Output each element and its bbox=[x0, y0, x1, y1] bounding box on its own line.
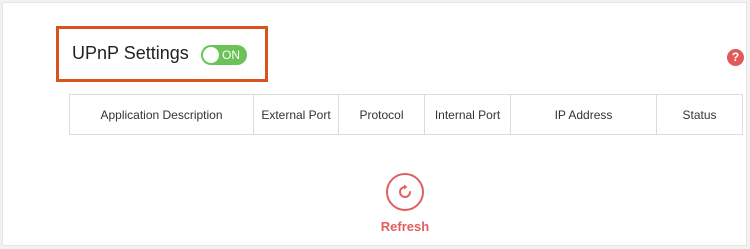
toggle-knob bbox=[203, 47, 219, 63]
refresh-icon bbox=[399, 184, 411, 198]
toggle-label: ON bbox=[222, 48, 240, 62]
upnp-toggle[interactable]: ON bbox=[201, 45, 247, 65]
table-header-row: Application Description External Port Pr… bbox=[69, 94, 743, 135]
upnp-table: Application Description External Port Pr… bbox=[69, 94, 743, 135]
column-header-ip-address: IP Address bbox=[510, 94, 657, 135]
column-header-application-description: Application Description bbox=[69, 94, 254, 135]
refresh-label[interactable]: Refresh bbox=[370, 219, 440, 234]
page-title: UPnP Settings bbox=[72, 43, 189, 63]
column-header-external-port: External Port bbox=[253, 94, 339, 135]
refresh-button[interactable] bbox=[386, 173, 424, 211]
column-header-status: Status bbox=[656, 94, 743, 135]
question-circle-icon[interactable]: ? bbox=[727, 49, 744, 66]
column-header-internal-port: Internal Port bbox=[424, 94, 511, 135]
column-header-protocol: Protocol bbox=[338, 94, 425, 135]
